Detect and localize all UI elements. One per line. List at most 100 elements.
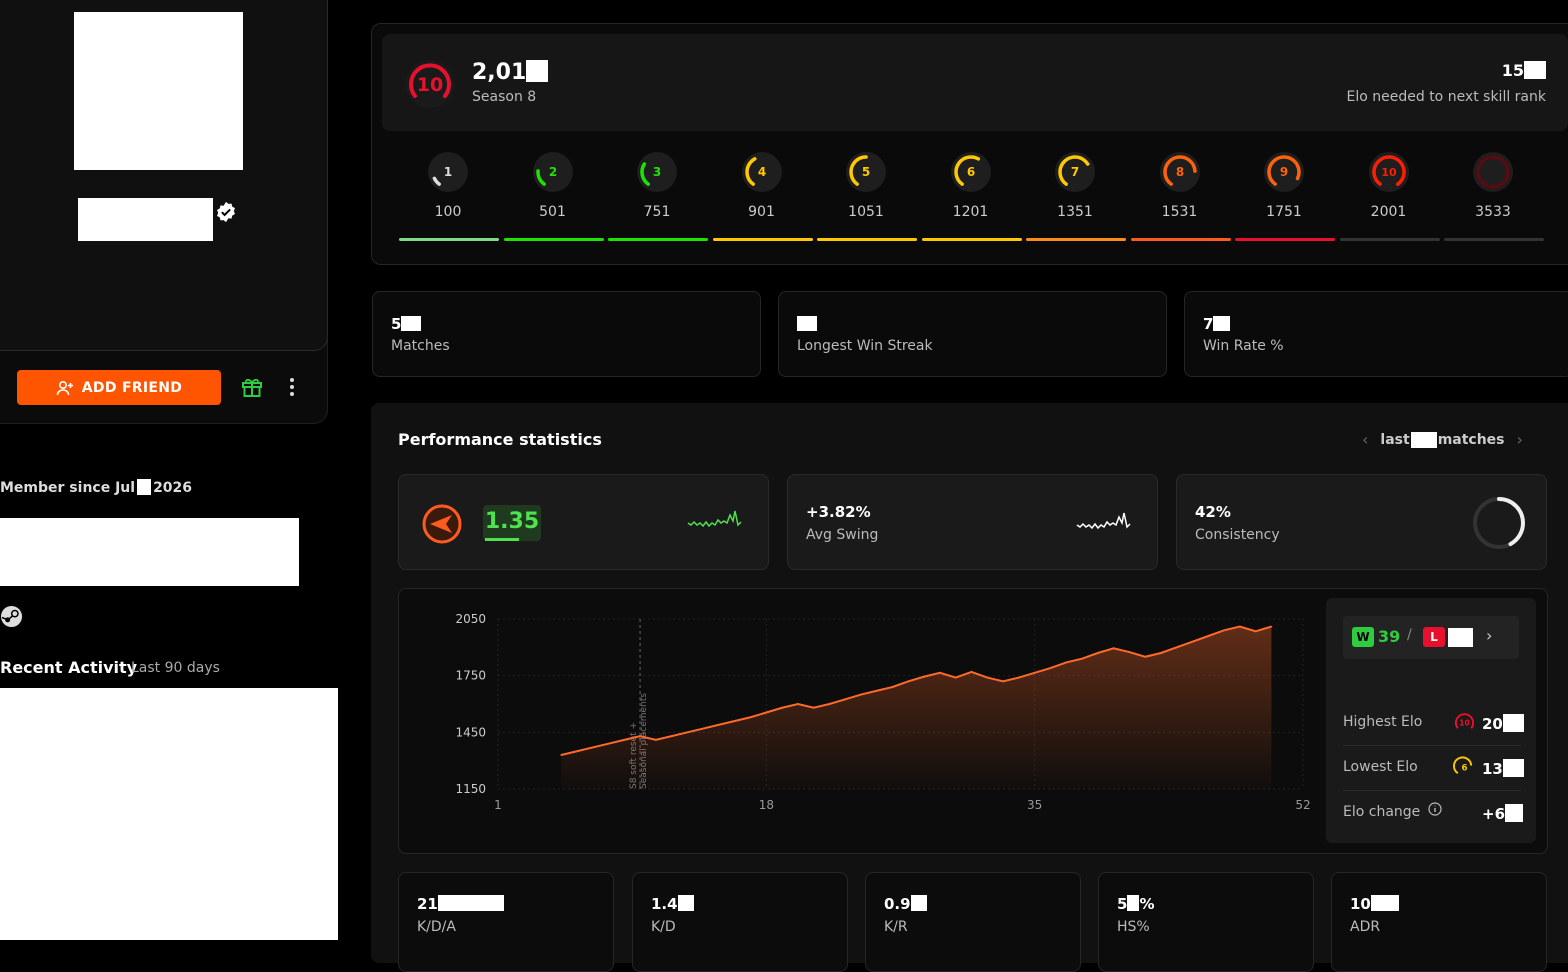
x-tick-label: 52 <box>1295 798 1310 812</box>
elo-point <box>1049 667 1052 669</box>
add-friend-label: ADD FRIEND <box>81 379 183 396</box>
skill-level-bar <box>503 238 604 241</box>
elo-point <box>891 686 894 688</box>
svg-text:1: 1 <box>444 165 452 179</box>
elo-point <box>986 676 989 679</box>
elo-point <box>844 698 847 701</box>
performance-title: Performance statistics <box>398 430 602 449</box>
redacted <box>1213 316 1231 331</box>
x-tick-label: 1 <box>494 798 502 812</box>
skill-level-1: 1 100 <box>397 150 499 241</box>
avatar[interactable] <box>74 12 243 170</box>
skill-level-icon: 6 <box>950 152 991 192</box>
highest-elo-label: Highest Elo <box>1343 714 1423 730</box>
kd-icon <box>422 504 462 544</box>
recent-activity-title: Recent Activity <box>0 658 138 677</box>
stat-value: 1.4 <box>651 895 694 913</box>
stat-card-hs: 5% HS% <box>1098 872 1314 972</box>
elo-point <box>686 731 689 734</box>
next-range-icon[interactable]: › <box>1517 430 1523 449</box>
skill-level-elo: 1531 <box>1161 204 1198 220</box>
stat-label: HS% <box>1117 919 1150 935</box>
y-tick-label: 1750 <box>455 669 486 683</box>
skill-level-9: 9 1751 <box>1233 150 1335 241</box>
consistency-gauge <box>1473 497 1525 549</box>
svg-text:3: 3 <box>653 165 661 179</box>
redacted <box>526 60 549 82</box>
username <box>78 198 213 241</box>
skill-level-bar <box>1339 238 1440 241</box>
elo-point <box>1207 635 1210 637</box>
divider <box>1343 790 1521 791</box>
skill-level-icon: 1 <box>428 152 468 192</box>
skill-level-10-icon: 10 <box>406 60 454 108</box>
y-tick-label: 1150 <box>455 782 486 796</box>
elo-change-value: +6 <box>1482 804 1524 823</box>
skill-level-bar <box>399 238 499 241</box>
stat-card-kda: 21 K/D/A <box>398 872 614 972</box>
elo-point <box>1018 676 1020 679</box>
stat-card-adr: 10 ADR <box>1331 872 1547 972</box>
loss-badge: L <box>1423 627 1445 647</box>
elo-point <box>1112 647 1115 650</box>
skill-level-2: 2 501 <box>502 150 604 241</box>
skill-level-bar <box>1235 238 1335 241</box>
consistency-card: 42% Consistency <box>1176 474 1547 570</box>
chevron-right-icon[interactable]: › <box>1486 626 1492 645</box>
elo-point <box>907 680 910 683</box>
prev-range-icon[interactable]: ‹ <box>1362 430 1368 449</box>
divider <box>1343 745 1521 746</box>
skill-level-8: 8 1531 <box>1129 150 1231 241</box>
skill-level-bar <box>817 238 917 241</box>
elo-point <box>1223 629 1225 632</box>
redacted <box>437 895 504 911</box>
wins-value: 39 <box>1378 627 1401 646</box>
skill-level-elo: 3533 <box>1475 204 1511 220</box>
skill-level-3: 3 751 <box>606 150 708 241</box>
skill-level-10-icon: 10 <box>1453 711 1476 734</box>
redacted <box>1502 759 1524 777</box>
avg-swing-value: +3.82% <box>806 503 871 521</box>
skill-level-track: 1 100 2 501 3 751 4 901 5 1051 6 1201 7 1351 8 1531 9 175… <box>397 150 1547 245</box>
redacted <box>137 479 152 495</box>
elo-point <box>797 703 799 705</box>
y-tick-label: 1450 <box>455 725 486 739</box>
elo-point <box>1002 680 1004 683</box>
skill-level-elo: 2001 <box>1370 204 1407 220</box>
elo-needed-label: Elo needed to next skill rank <box>1346 89 1547 105</box>
y-tick-label: 2050 <box>455 612 486 626</box>
win-rate-label: Win Rate % <box>1203 338 1284 354</box>
win-streak-value <box>797 315 817 333</box>
more-options-icon[interactable] <box>286 377 298 397</box>
stat-card-kr: 0.9 K/R <box>865 872 1081 972</box>
elo-point <box>939 672 941 674</box>
lowest-elo-value: 13 <box>1482 759 1524 778</box>
stat-value: 21 <box>417 895 504 913</box>
info-icon[interactable] <box>1428 802 1442 816</box>
elo-point <box>1097 652 1099 654</box>
svg-text:4: 4 <box>757 165 765 179</box>
svg-text:5: 5 <box>862 165 870 179</box>
elo-point <box>623 739 626 741</box>
skill-level-5: 5 1051 <box>815 150 917 241</box>
elo-point <box>702 727 704 730</box>
skill-level-elo: 501 <box>539 204 566 220</box>
verified-icon <box>217 201 235 223</box>
add-friend-button[interactable]: ADD FRIEND <box>17 370 221 405</box>
steam-icon[interactable] <box>0 605 23 628</box>
win-rate-value: 7 <box>1203 315 1231 333</box>
skill-level-6: 6 1201 <box>920 150 1022 241</box>
skill-level-10: 10 2001 <box>1338 150 1440 241</box>
redacted <box>1502 714 1524 732</box>
svg-text:6: 6 <box>1462 763 1468 773</box>
skill-level-elo: 1201 <box>952 204 989 220</box>
win-streak-label: Longest Win Streak <box>797 338 933 354</box>
elo-point <box>607 742 610 745</box>
svg-text:2: 2 <box>548 165 556 179</box>
elo-point <box>1128 651 1131 653</box>
gift-icon[interactable] <box>241 376 263 398</box>
skill-level-elo: 1351 <box>1057 204 1093 220</box>
redacted <box>1410 431 1437 448</box>
elo-point <box>781 706 783 709</box>
skill-level-4: 4 901 <box>711 150 813 241</box>
